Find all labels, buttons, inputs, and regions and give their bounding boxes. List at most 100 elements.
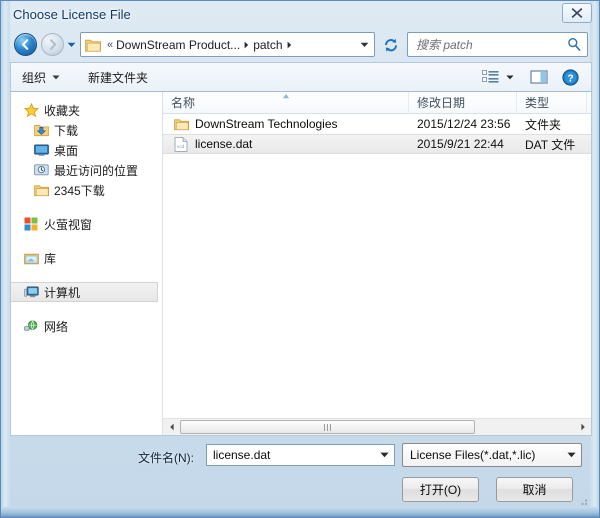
folder-icon [33, 182, 49, 198]
table-row[interactable]: DownStream Technologies 2015/12/24 23:56… [163, 114, 591, 134]
close-icon [571, 8, 583, 18]
sidebar-label-favorites: 收藏夹 [44, 103, 81, 118]
back-arrow-icon [15, 34, 36, 55]
cell-date: 2015/12/24 23:56 [417, 117, 511, 131]
filename-value: license.dat [213, 448, 271, 462]
organize-button[interactable]: 组织 [15, 66, 67, 88]
scroll-left-button[interactable] [163, 419, 180, 435]
nav-group-favorites: 收藏夹 下载 桌面 最近访问的位置 2345下载 [11, 100, 162, 200]
help-button[interactable]: ? [558, 65, 583, 89]
nav-group-libraries: 库 [11, 248, 162, 268]
breadcrumb-overflow[interactable]: « [107, 39, 113, 51]
search-input[interactable]: 搜索 patch [407, 32, 588, 57]
sidebar-label-recent-places: 最近访问的位置 [54, 163, 139, 178]
chevron-down-icon [567, 452, 576, 458]
chevron-down-icon [380, 452, 389, 458]
cell-name: vcd license.dat [163, 136, 409, 152]
sidebar-item-libraries[interactable]: 库 [11, 248, 162, 268]
cell-type: DAT 文件 [525, 137, 576, 152]
chevron-right-icon [580, 423, 585, 431]
chevron-down-icon [360, 42, 368, 47]
file-type-filter-select[interactable]: License Files(*.dat,*.lic) [402, 443, 582, 467]
nav-group-network: 网络 [11, 316, 162, 336]
filename-input[interactable]: license.dat [206, 444, 395, 466]
sidebar-item-computer[interactable]: 计算机 [11, 282, 158, 302]
forward-button[interactable] [41, 33, 64, 56]
filename-dropdown-button[interactable] [380, 452, 389, 458]
chevron-left-icon [169, 423, 174, 431]
window-left-edge [1, 1, 10, 517]
scroll-right-button[interactable] [574, 419, 591, 435]
table-row[interactable]: vcd license.dat 2015/9/21 22:44 DAT 文件 [163, 134, 591, 154]
column-header-date-label: 修改日期 [417, 96, 466, 110]
chevron-right-icon [287, 41, 291, 48]
svg-text:?: ? [567, 73, 573, 84]
cell-date: 2015/9/21 22:44 [417, 137, 504, 151]
horizontal-scrollbar[interactable] [163, 418, 591, 435]
toolbar: 组织 新建文件夹 ? [10, 62, 592, 92]
breadcrumb[interactable]: « DownStream Product... patch [80, 32, 375, 57]
breadcrumb-item-0[interactable]: DownStream Product... [116, 38, 240, 52]
navigation-pane[interactable]: 收藏夹 下载 桌面 最近访问的位置 2345下载 火萤视窗 库 计算机 网络 [11, 92, 163, 435]
new-folder-label: 新建文件夹 [88, 70, 149, 85]
column-header-date[interactable]: 修改日期 [409, 91, 517, 114]
sidebar-label-libraries: 库 [44, 251, 57, 266]
grip-line [327, 423, 328, 431]
cell-type: 文件夹 [525, 117, 562, 132]
nav-gap-4 [11, 304, 162, 316]
folder-icon [173, 116, 189, 132]
column-header-type[interactable]: 类型 [517, 91, 587, 114]
search-icon [567, 37, 581, 54]
history-dropdown-button[interactable] [66, 40, 77, 50]
preview-pane-button[interactable] [526, 65, 552, 89]
dat-file-icon: vcd [173, 136, 189, 152]
column-header-name[interactable]: 名称 [163, 91, 409, 114]
filename-label: 文件名(N): [138, 451, 194, 465]
organize-label: 组织 [22, 70, 47, 85]
sidebar-item-network[interactable]: 网络 [11, 316, 162, 336]
network-icon [23, 318, 39, 334]
open-button[interactable]: 打开(O) [402, 477, 479, 502]
sort-ascending-icon [281, 88, 290, 102]
address-bar: « DownStream Product... patch 搜索 patch [10, 30, 592, 61]
sidebar-item-favorites[interactable]: 收藏夹 [11, 100, 162, 120]
scrollbar-track[interactable] [180, 419, 574, 435]
windows-tiles-icon [23, 216, 39, 232]
dialog-footer: 文件名(N): license.dat License Files(*.dat,… [10, 437, 592, 509]
column-header-row: 名称 修改日期 类型 [163, 91, 591, 114]
nav-group-huoying: 火萤视窗 [11, 214, 162, 234]
column-header-name-label: 名称 [171, 96, 196, 110]
computer-icon [23, 284, 39, 300]
search-placeholder: 搜索 patch [416, 38, 473, 52]
breadcrumb-dropdown-button[interactable] [358, 39, 370, 51]
sidebar-label-2345-downloads: 2345下载 [54, 183, 105, 198]
refresh-button[interactable] [379, 32, 403, 57]
resize-grip-icon[interactable] [577, 495, 589, 507]
file-name: DownStream Technologies [195, 117, 338, 131]
sidebar-item-downloads[interactable]: 下载 [11, 120, 162, 140]
new-folder-button[interactable]: 新建文件夹 [81, 66, 155, 88]
folder-icon [85, 39, 101, 52]
breadcrumb-item-1[interactable]: patch [253, 38, 282, 52]
sidebar-item-huoying[interactable]: 火萤视窗 [11, 214, 162, 234]
sidebar-item-desktop[interactable]: 桌面 [11, 140, 162, 160]
breadcrumb-separator-1[interactable] [283, 38, 296, 52]
desktop-icon [33, 142, 49, 158]
scrollbar-thumb[interactable] [180, 420, 475, 434]
window-title: Choose License File [13, 7, 131, 22]
file-list-pane: 名称 修改日期 类型 DownStream Technologies 2015/… [163, 91, 591, 435]
sidebar-item-2345-downloads[interactable]: 2345下载 [11, 180, 162, 200]
sidebar-label-computer: 计算机 [44, 285, 81, 300]
column-header-type-label: 类型 [525, 96, 550, 110]
back-button[interactable] [14, 33, 37, 56]
sidebar-item-recent-places[interactable]: 最近访问的位置 [11, 160, 162, 180]
forward-arrow-icon [42, 34, 63, 55]
view-options-button[interactable] [478, 65, 518, 89]
cell-name: DownStream Technologies [163, 116, 409, 132]
cancel-button[interactable]: 取消 [496, 477, 573, 502]
breadcrumb-separator-0[interactable] [240, 38, 253, 52]
sidebar-label-downloads: 下载 [54, 123, 79, 138]
grip-line [330, 423, 331, 431]
dialog-content: 收藏夹 下载 桌面 最近访问的位置 2345下载 火萤视窗 库 计算机 网络 名… [10, 91, 592, 436]
close-button[interactable] [562, 3, 592, 23]
